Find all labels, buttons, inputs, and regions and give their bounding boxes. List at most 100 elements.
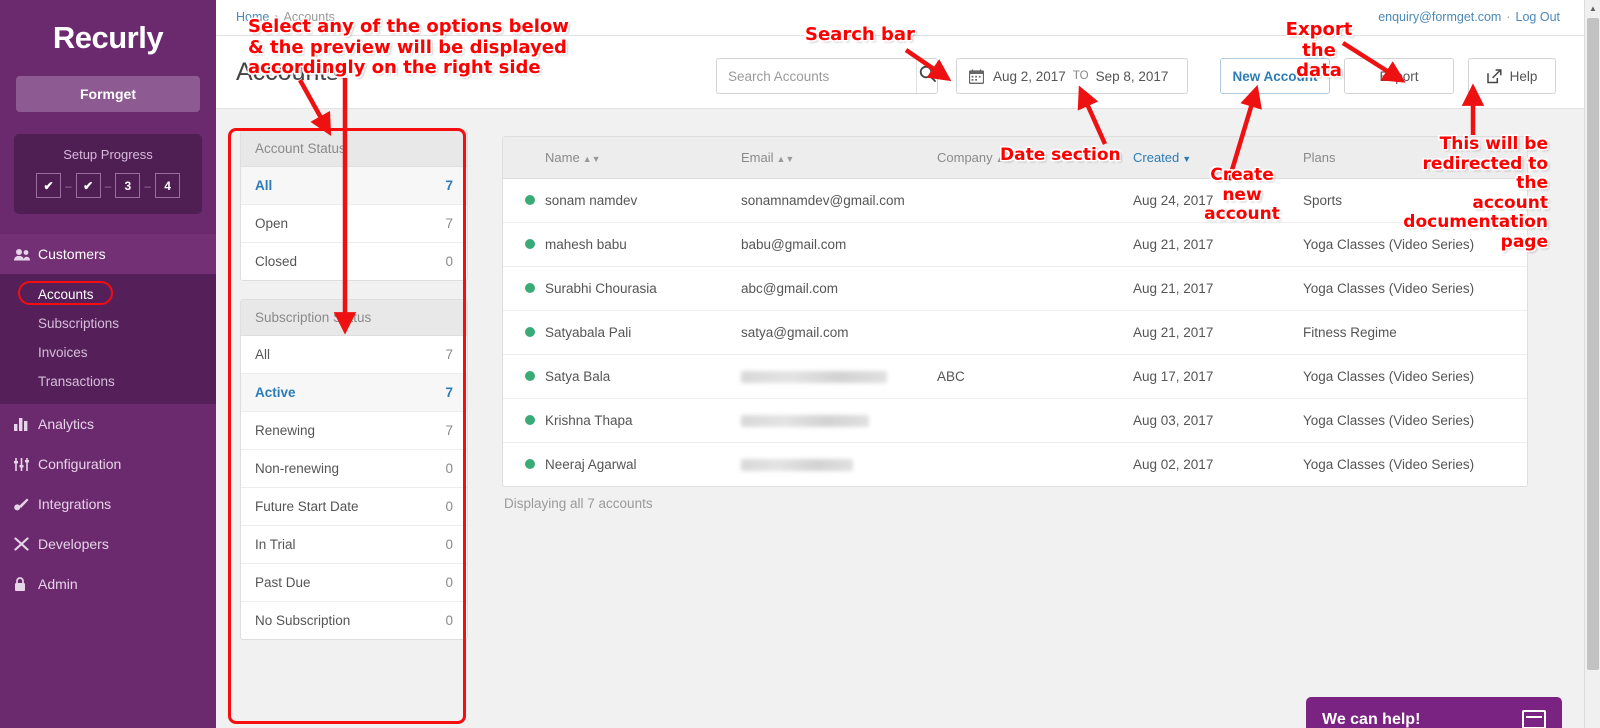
- filter-account-status-closed[interactable]: Closed 0: [241, 243, 467, 280]
- row-created: Aug 21, 2017: [1133, 266, 1303, 311]
- setup-step-1[interactable]: ✔: [35, 173, 61, 198]
- table-row[interactable]: Neeraj Agarwal Aug 02, 2017 Yoga Classes…: [503, 443, 1527, 487]
- brand-logo[interactable]: Recurly: [0, 0, 216, 56]
- table-row[interactable]: Surabhi Chourasia abc@gmail.com Aug 21, …: [503, 266, 1527, 311]
- row-created: Aug 03, 2017: [1133, 398, 1303, 443]
- account-links: enquiry@formget.com · Log Out: [1378, 10, 1560, 24]
- browser-scrollbar[interactable]: ▲: [1584, 0, 1600, 728]
- status-dot-icon: [525, 195, 535, 205]
- filter-label: Closed: [255, 254, 298, 269]
- breadcrumb: Home › Accounts: [236, 10, 335, 24]
- filter-subscription-future-start-date[interactable]: Future Start Date 0: [241, 488, 467, 526]
- row-status: [503, 398, 545, 443]
- scrollbar-thumb[interactable]: [1587, 18, 1599, 670]
- sort-icon: ▲▼: [995, 154, 1014, 164]
- user-email[interactable]: enquiry@formget.com: [1378, 10, 1501, 24]
- redacted-email: [741, 371, 887, 384]
- row-company: [937, 443, 1133, 487]
- col-email-label: Email: [741, 150, 774, 165]
- setup-step-3[interactable]: 3: [115, 173, 141, 198]
- filter-account-status-all[interactable]: All 7: [241, 167, 467, 205]
- table-row[interactable]: sonam namdev sonamnamdev@gmail.com Aug 2…: [503, 178, 1527, 223]
- row-name[interactable]: Satyabala Pali: [545, 310, 741, 355]
- scroll-up-arrow-icon[interactable]: ▲: [1585, 0, 1600, 16]
- chat-window-icon[interactable]: [1522, 710, 1546, 728]
- filter-label: Future Start Date: [255, 499, 359, 514]
- sidebar-item-accounts[interactable]: Accounts: [0, 280, 216, 309]
- filter-subscription-renewing[interactable]: Renewing 7: [241, 412, 467, 450]
- row-name[interactable]: Surabhi Chourasia: [545, 266, 741, 311]
- table-row[interactable]: Satyabala Pali satya@gmail.com Aug 21, 2…: [503, 310, 1527, 355]
- table-row[interactable]: Krishna Thapa Aug 03, 2017 Yoga Classes …: [503, 398, 1527, 443]
- filter-subscription-all[interactable]: All 7: [241, 336, 467, 374]
- app-root: Recurly Formget Setup Progress ✔ – ✔ – 3…: [0, 0, 1600, 728]
- row-created: Aug 24, 2017: [1133, 178, 1303, 223]
- export-button[interactable]: Export: [1344, 58, 1454, 94]
- sidebar-item-configuration[interactable]: Configuration: [0, 444, 216, 484]
- search-button[interactable]: [916, 59, 937, 93]
- setup-step-4[interactable]: 4: [155, 173, 181, 198]
- table-row[interactable]: Satya Bala ABC Aug 17, 2017 Yoga Classes…: [503, 354, 1527, 399]
- row-name[interactable]: Satya Bala: [545, 354, 741, 399]
- setup-step-2[interactable]: ✔: [75, 173, 101, 198]
- setup-progress-title: Setup Progress: [63, 147, 153, 162]
- row-created: Aug 02, 2017: [1133, 457, 1214, 472]
- filter-subscription-past-due[interactable]: Past Due 0: [241, 564, 467, 602]
- sidebar-subitem-label: Subscriptions: [38, 316, 120, 331]
- filter-label: All: [255, 347, 271, 362]
- col-name[interactable]: Name ▲▼: [545, 137, 741, 179]
- chat-widget[interactable]: We can help!: [1306, 697, 1562, 728]
- status-dot-icon: [525, 327, 535, 337]
- breadcrumb-home[interactable]: Home: [236, 10, 269, 24]
- col-email[interactable]: Email ▲▼: [741, 137, 937, 179]
- row-plans: Yoga Classes (Video Series): [1303, 222, 1527, 267]
- step-divider: –: [144, 178, 152, 193]
- configuration-icon: [14, 457, 38, 471]
- sidebar-item-developers[interactable]: Developers: [0, 524, 216, 564]
- table-header-row: Name ▲▼ Email ▲▼ Company ▲▼ Created ▼ Plans: [503, 137, 1527, 179]
- logout-link[interactable]: Log Out: [1516, 10, 1560, 24]
- sidebar-item-customers[interactable]: Customers: [0, 234, 216, 274]
- accounts-table-container: Name ▲▼ Email ▲▼ Company ▲▼ Created ▼ Plans …: [502, 136, 1528, 487]
- table-row[interactable]: mahesh babu babu@gmail.com Aug 21, 2017 …: [503, 222, 1527, 267]
- filter-subscription-active[interactable]: Active 7: [241, 374, 467, 412]
- filter-subscription-no-subscription[interactable]: No Subscription 0: [241, 602, 467, 639]
- chat-widget-title: We can help!: [1322, 710, 1421, 728]
- calendar-icon: [969, 68, 984, 84]
- sidebar-item-transactions[interactable]: Transactions: [0, 367, 216, 396]
- search-input[interactable]: [717, 59, 916, 93]
- filter-count: 7: [445, 385, 453, 400]
- sidebar-item-analytics[interactable]: Analytics: [0, 404, 216, 444]
- row-name[interactable]: Neeraj Agarwal: [545, 443, 741, 487]
- row-plans: Yoga Classes (Video Series): [1303, 398, 1527, 443]
- redacted-email: [741, 415, 869, 428]
- row-name[interactable]: mahesh babu: [545, 222, 741, 267]
- search-bar[interactable]: [716, 58, 938, 94]
- row-email: satya@gmail.com: [741, 310, 937, 355]
- sidebar-item-admin[interactable]: Admin: [0, 564, 216, 604]
- row-name[interactable]: sonam namdev: [545, 178, 741, 223]
- organization-button[interactable]: Formget: [16, 76, 200, 112]
- status-dot-icon: [525, 415, 535, 425]
- developers-icon: [14, 537, 38, 551]
- help-button[interactable]: Help: [1468, 58, 1556, 94]
- accounts-table-head: Name ▲▼ Email ▲▼ Company ▲▼ Created ▼ Plans: [503, 137, 1527, 179]
- sidebar-item-label: Customers: [38, 246, 106, 262]
- filter-count: 0: [445, 499, 453, 514]
- account-status-title: Account Status: [241, 131, 467, 167]
- sort-icon: ▲▼: [776, 154, 795, 164]
- filter-count: 0: [445, 461, 453, 476]
- row-name[interactable]: Krishna Thapa: [545, 398, 741, 443]
- new-account-button[interactable]: New Account: [1220, 58, 1330, 94]
- filter-subscription-non-renewing[interactable]: Non-renewing 0: [241, 450, 467, 488]
- col-created[interactable]: Created ▼: [1133, 137, 1303, 179]
- filter-account-status-open[interactable]: Open 7: [241, 205, 467, 243]
- sidebar-item-integrations[interactable]: Integrations: [0, 484, 216, 524]
- col-company[interactable]: Company ▲▼: [937, 137, 1133, 179]
- row-created: Aug 21, 2017: [1133, 222, 1303, 267]
- date-range-picker[interactable]: Aug 2, 2017 TO Sep 8, 2017: [956, 58, 1188, 94]
- sidebar-item-invoices[interactable]: Invoices: [0, 338, 216, 367]
- filter-subscription-in-trial[interactable]: In Trial 0: [241, 526, 467, 564]
- sidebar-item-subscriptions[interactable]: Subscriptions: [0, 309, 216, 338]
- filter-label: Active: [255, 385, 296, 400]
